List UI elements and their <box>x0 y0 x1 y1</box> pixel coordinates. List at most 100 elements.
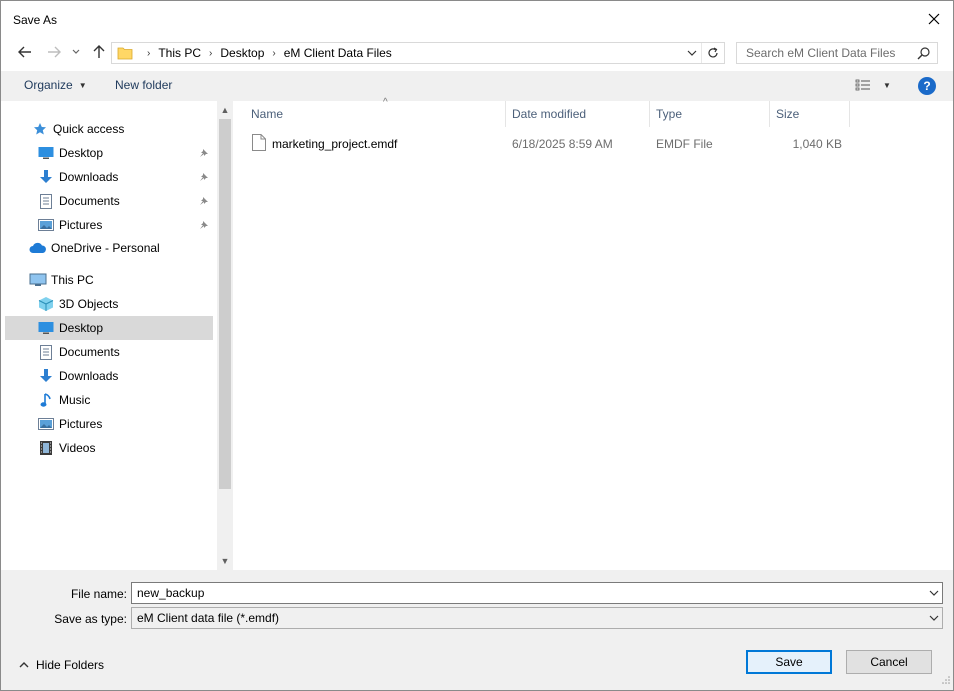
nav-item-label: Documents <box>59 345 120 359</box>
nav-item-desktop[interactable]: Desktop <box>5 316 213 340</box>
back-button[interactable] <box>14 41 36 63</box>
arrow-left-icon <box>18 46 31 58</box>
nav-item-label: Downloads <box>59 170 119 184</box>
scroll-thumb[interactable] <box>219 119 231 489</box>
help-icon: ? <box>923 79 931 93</box>
nav-item-downloads-quick[interactable]: Downloads <box>5 165 213 189</box>
chevron-down-icon <box>72 49 80 54</box>
nav-item-label: Desktop <box>59 321 104 335</box>
folder-icon <box>117 47 133 60</box>
toolbar: Organize ▼ New folder ▼ ? <box>1 71 953 101</box>
nav-item-this-pc[interactable]: This PC <box>5 268 213 292</box>
pin-icon[interactable] <box>199 171 209 185</box>
file-name-field[interactable]: new_backup <box>131 582 943 604</box>
nav-item-label: OneDrive - Personal <box>51 241 160 255</box>
nav-item-documents[interactable]: Documents <box>5 340 213 364</box>
nav-item-label: Pictures <box>59 417 103 431</box>
nav-item-label: Pictures <box>59 218 103 232</box>
close-button[interactable] <box>919 5 949 33</box>
file-name-label: File name: <box>70 587 127 601</box>
breadcrumb-separator-icon: › <box>272 47 276 59</box>
nav-item-3d-objects[interactable]: 3D Objects <box>5 292 213 316</box>
close-icon <box>928 13 940 25</box>
save-type-value: eM Client data file (*.emdf) <box>137 611 280 625</box>
change-view-button[interactable]: ▼ <box>855 78 891 92</box>
nav-item-music[interactable]: Music <box>5 388 213 412</box>
nav-scrollbar[interactable]: ▲ ▼ <box>217 101 233 570</box>
chevron-up-icon <box>19 662 29 668</box>
chevron-down-icon <box>929 611 939 628</box>
breadcrumb-current-folder[interactable]: eM Client Data Files <box>284 46 392 60</box>
address-bar[interactable]: › This PC › Desktop › eM Client Data Fil… <box>111 42 725 64</box>
nav-item-label: Documents <box>59 194 120 208</box>
file-name-value: new_backup <box>137 586 205 600</box>
hide-folders-label: Hide Folders <box>36 658 105 672</box>
column-header-label: Size <box>776 107 800 121</box>
file-type: EMDF File <box>656 137 713 151</box>
chevron-down-icon <box>687 50 697 56</box>
nav-item-documents-quick[interactable]: Documents <box>5 189 213 213</box>
chevron-down-icon[interactable] <box>929 586 939 603</box>
scroll-up-icon[interactable]: ▲ <box>217 102 233 118</box>
up-button[interactable] <box>88 41 110 63</box>
new-folder-button[interactable]: New folder <box>115 78 172 92</box>
desktop-icon <box>37 320 55 336</box>
file-size: 1,040 KB <box>792 137 842 151</box>
recent-locations-button[interactable] <box>67 41 85 63</box>
resize-grip-icon[interactable] <box>941 674 951 688</box>
refresh-icon <box>707 47 718 58</box>
arrow-right-icon <box>48 46 61 58</box>
details-view-icon <box>855 79 870 91</box>
pin-icon[interactable] <box>199 219 209 233</box>
save-button[interactable]: Save <box>746 650 832 674</box>
title-bar: Save As <box>1 1 953 37</box>
hide-folders-button[interactable]: Hide Folders <box>19 658 104 672</box>
refresh-button[interactable] <box>701 43 723 63</box>
column-header-date[interactable]: Date modified <box>506 101 650 127</box>
download-icon <box>37 169 55 185</box>
save-type-label: Save as type: <box>54 612 127 626</box>
nav-item-pictures-quick[interactable]: Pictures <box>5 213 213 237</box>
save-options-panel: File name: new_backup Save as type: eM C… <box>1 570 953 690</box>
caret-down-icon: ▼ <box>78 80 87 90</box>
search-input[interactable] <box>744 43 914 63</box>
pictures-icon <box>37 416 55 432</box>
scroll-down-icon[interactable]: ▼ <box>217 553 233 569</box>
breadcrumb-separator-icon: › <box>147 47 151 59</box>
pin-icon[interactable] <box>199 195 209 209</box>
search-icon <box>917 47 930 60</box>
forward-button[interactable] <box>43 41 65 63</box>
nav-item-videos[interactable]: Videos <box>5 436 213 460</box>
pin-icon[interactable] <box>199 147 209 161</box>
cancel-button[interactable]: Cancel <box>846 650 932 674</box>
document-icon <box>37 193 55 209</box>
organize-button[interactable]: Organize ▼ <box>24 78 87 92</box>
breadcrumb-separator-icon: › <box>209 47 213 59</box>
nav-item-quick-access[interactable]: Quick access <box>5 117 213 141</box>
video-icon <box>37 440 55 456</box>
breadcrumb-desktop[interactable]: Desktop <box>220 46 264 60</box>
nav-item-label: Videos <box>59 441 96 455</box>
help-button[interactable]: ? <box>918 77 936 95</box>
column-header-name[interactable]: ^ Name <box>245 97 506 127</box>
nav-item-desktop-quick[interactable]: Desktop <box>5 141 213 165</box>
nav-item-downloads[interactable]: Downloads <box>5 364 213 388</box>
column-header-label: Type <box>656 107 683 121</box>
column-header-label: Date modified <box>512 107 587 121</box>
nav-item-label: Quick access <box>53 122 125 136</box>
search-box[interactable] <box>736 42 938 64</box>
file-name: marketing_project.emdf <box>272 137 398 151</box>
column-header-type[interactable]: Type <box>650 101 770 127</box>
save-type-select[interactable]: eM Client data file (*.emdf) <box>131 607 943 629</box>
caret-down-icon: ▼ <box>883 80 891 90</box>
nav-item-label: Downloads <box>59 369 119 383</box>
desktop-icon <box>37 145 55 161</box>
nav-item-label: Music <box>59 393 91 407</box>
nav-item-pictures[interactable]: Pictures <box>5 412 213 436</box>
breadcrumb-this-pc[interactable]: This PC <box>158 46 201 60</box>
column-header-size[interactable]: Size <box>770 101 850 127</box>
nav-item-onedrive[interactable]: OneDrive - Personal <box>5 236 213 260</box>
address-history-button[interactable] <box>684 45 700 61</box>
pictures-icon <box>37 217 55 233</box>
cube-icon <box>37 296 55 312</box>
